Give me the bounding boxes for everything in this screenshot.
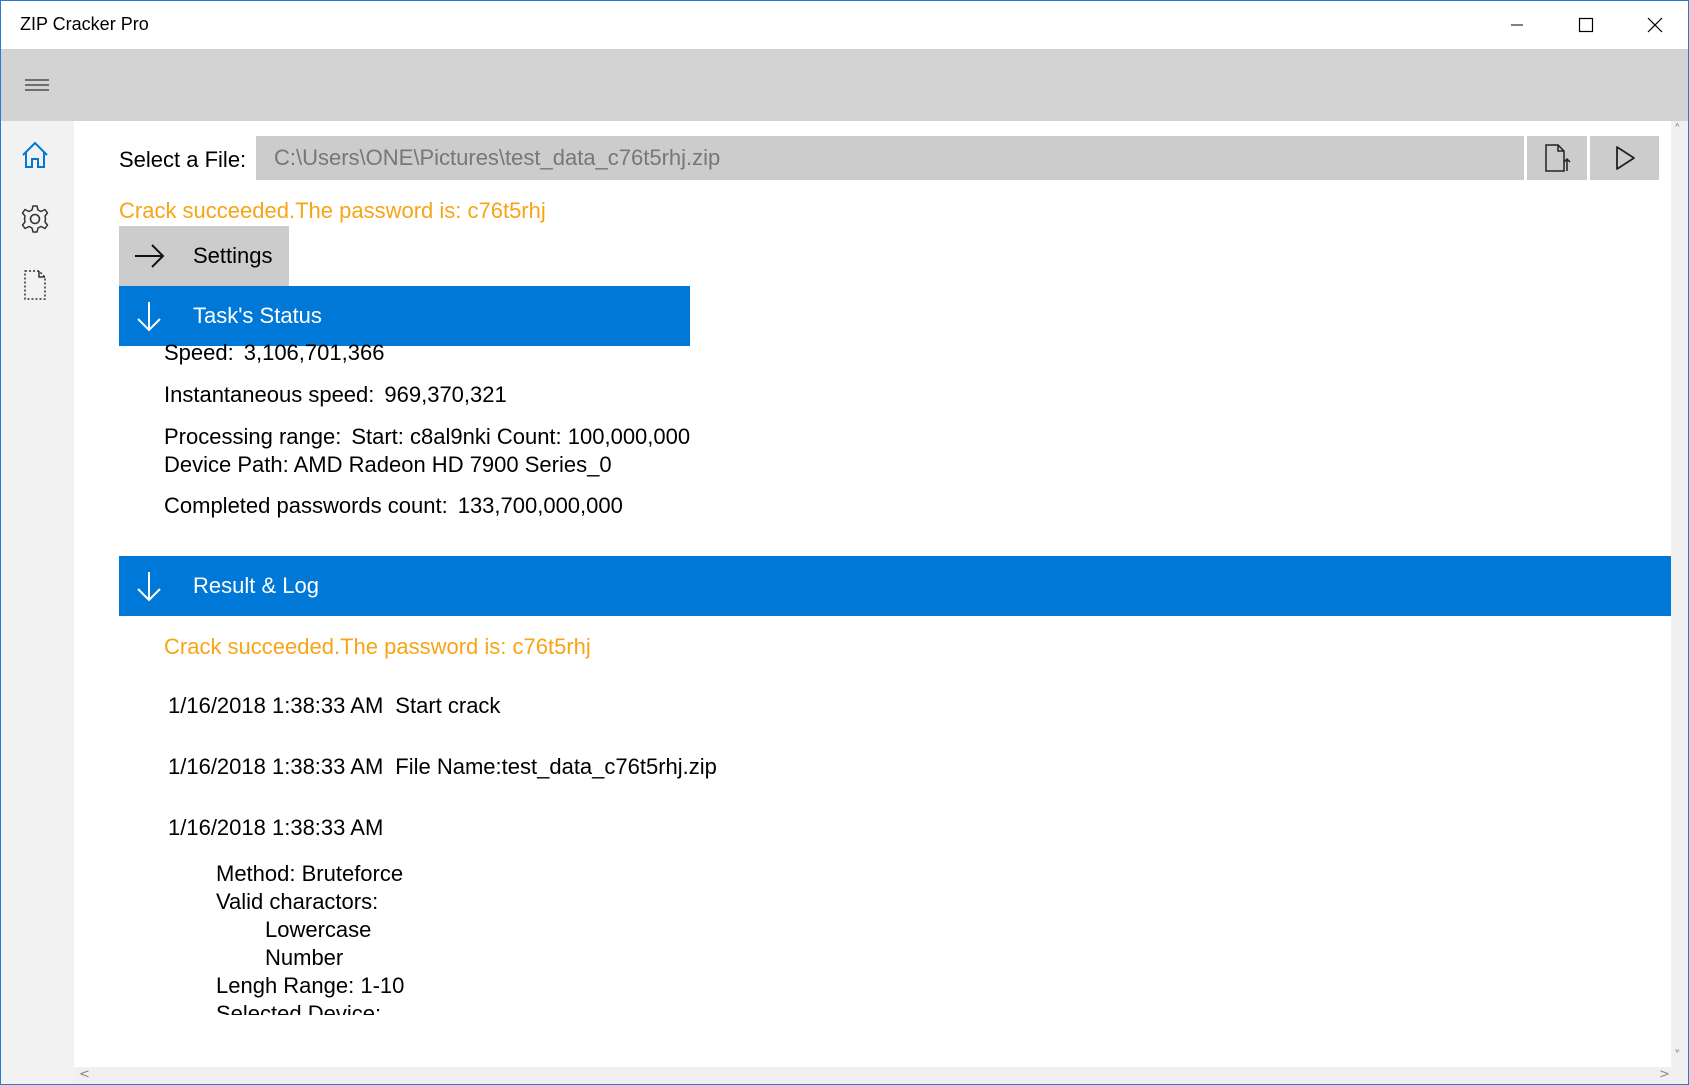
close-button[interactable] xyxy=(1620,1,1689,49)
instantaneous-speed-label: Instantaneous speed: xyxy=(164,382,375,407)
horizontal-scrollbar[interactable]: < > xyxy=(74,1067,1671,1084)
speed-value: 3,106,701,366 xyxy=(243,340,385,365)
log-detail-valid-chars: Valid charactors: xyxy=(216,889,379,914)
start-crack-button[interactable] xyxy=(1590,136,1659,180)
sidebar xyxy=(1,121,74,1084)
app-window: ZIP Cracker Pro Select a File: C:\Users\… xyxy=(0,0,1689,1085)
scrollbar-corner xyxy=(1671,1067,1688,1084)
vertical-scrollbar[interactable]: ˄ ˅ xyxy=(1671,121,1688,1067)
processing-range-row: Processing range: Start: c8al9nki Count: … xyxy=(164,424,690,450)
select-file-label: Select a File: xyxy=(119,147,247,172)
speed-label: Speed: xyxy=(164,340,234,365)
scroll-down-icon[interactable]: ˅ xyxy=(1674,1049,1681,1064)
log-detail-lowercase: Lowercase xyxy=(265,917,372,942)
window-title: ZIP Cracker Pro xyxy=(20,14,149,34)
completed-count-label: Completed passwords count: xyxy=(164,493,448,518)
log-message: Start crack xyxy=(395,693,501,718)
minimize-icon xyxy=(1510,24,1523,26)
task-status-expander[interactable]: Task's Status xyxy=(119,286,690,346)
settings-expander[interactable]: Settings xyxy=(119,226,289,286)
arrow-down-icon xyxy=(119,556,179,616)
arrow-right-icon xyxy=(119,226,179,286)
log-detail-selected-device: Selected Device: xyxy=(216,1001,382,1015)
log-success-message: Crack succeeded.The password is: c76t5rh… xyxy=(164,634,591,659)
main-content: Select a File: Crack succeeded.The passw… xyxy=(74,121,1671,1067)
instantaneous-speed-row: Instantaneous speed: 969,370,321 xyxy=(164,382,507,408)
home-icon xyxy=(22,141,48,168)
maximize-button[interactable] xyxy=(1551,1,1620,49)
sidebar-item-settings[interactable] xyxy=(1,189,69,249)
hamburger-icon xyxy=(25,79,49,91)
close-icon xyxy=(1647,17,1662,33)
log-time: 1/16/2018 1:38:33 AM xyxy=(168,754,384,779)
scroll-left-icon[interactable]: < xyxy=(79,1067,90,1082)
log-detail-method: Method: Bruteforce xyxy=(216,861,404,886)
sidebar-item-document[interactable] xyxy=(1,255,69,315)
document-icon xyxy=(24,270,46,300)
browse-file-button[interactable] xyxy=(1527,136,1587,180)
maximize-icon xyxy=(1578,17,1593,33)
log-time: 1/16/2018 1:38:33 AM xyxy=(168,693,384,718)
log-entry: 1/16/2018 1:38:33 AM xyxy=(168,815,395,841)
hamburger-menu-button[interactable] xyxy=(13,63,61,107)
gear-icon xyxy=(21,205,49,233)
file-path-input[interactable] xyxy=(256,136,1524,180)
device-path: Device Path: AMD Radeon HD 7900 Series_0 xyxy=(164,452,612,477)
log-entry: 1/16/2018 1:38:33 AM Start crack xyxy=(168,693,500,719)
crack-result-message: Crack succeeded.The password is: c76t5rh… xyxy=(119,198,546,223)
scroll-right-icon[interactable]: > xyxy=(1659,1067,1670,1082)
title-bar: ZIP Cracker Pro xyxy=(1,1,1688,49)
play-icon xyxy=(1615,146,1635,170)
settings-expander-label: Settings xyxy=(193,243,273,268)
app-header xyxy=(1,49,1688,121)
processing-range-value: Start: c8al9nki Count: 100,000,000 xyxy=(351,424,691,449)
log-time: 1/16/2018 1:38:33 AM xyxy=(168,815,384,840)
scroll-up-icon[interactable]: ˄ xyxy=(1674,123,1681,138)
log-message: File Name:test_data_c76t5rhj.zip xyxy=(395,754,717,779)
result-log-expander[interactable]: Result & Log xyxy=(119,556,1671,616)
sidebar-item-home[interactable] xyxy=(1,125,69,185)
completed-count-value: 133,700,000,000 xyxy=(457,493,623,518)
log-entry: 1/16/2018 1:38:33 AM File Name:test_data_… xyxy=(168,754,717,780)
task-status-label: Task's Status xyxy=(193,303,322,328)
completed-count-row: Completed passwords count: 133,700,000,00… xyxy=(164,493,623,519)
minimize-button[interactable] xyxy=(1482,1,1551,49)
processing-range-label: Processing range: xyxy=(164,424,342,449)
open-file-icon xyxy=(1545,144,1571,172)
arrow-down-icon xyxy=(119,286,179,346)
speed-row: Speed: 3,106,701,366 xyxy=(164,340,384,366)
log-detail-length-range: Lengh Range: 1-10 xyxy=(216,973,405,998)
result-log-label: Result & Log xyxy=(193,573,319,598)
log-detail-number: Number xyxy=(265,945,344,970)
instantaneous-speed-value: 969,370,321 xyxy=(384,382,507,407)
